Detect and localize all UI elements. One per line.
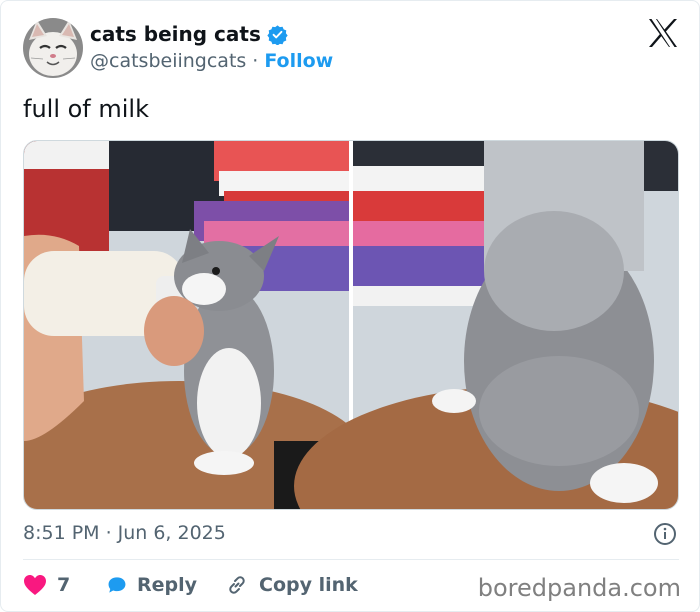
author-handle-row: @catsbeiingcats · Follow xyxy=(90,48,333,74)
handle-separator: · xyxy=(252,50,259,72)
verified-badge-icon xyxy=(267,24,288,46)
divider xyxy=(23,559,679,560)
follow-button[interactable]: Follow xyxy=(264,48,333,74)
like-count: 7 xyxy=(57,574,71,596)
tweet-date: Jun 6, 2025 xyxy=(117,522,226,544)
tweet-text: full of milk xyxy=(23,95,149,123)
tweet-media[interactable] xyxy=(23,140,679,510)
heart-icon xyxy=(24,575,46,595)
info-icon[interactable] xyxy=(653,522,677,546)
reply-button[interactable]: Reply xyxy=(107,573,197,597)
tweet-time: 8:51 PM xyxy=(23,522,100,544)
timestamp-separator: · xyxy=(105,522,112,544)
watermark: boredpanda.com xyxy=(477,574,681,602)
reply-label: Reply xyxy=(136,574,197,596)
avatar[interactable] xyxy=(23,18,83,78)
copy-link-button[interactable]: Copy link xyxy=(225,573,358,597)
link-icon xyxy=(229,576,245,594)
author-handle[interactable]: @catsbeiingcats xyxy=(90,48,246,74)
x-logo-icon[interactable] xyxy=(647,18,679,48)
tweet-actions: 7 Reply Copy link xyxy=(23,570,358,600)
author-display-name[interactable]: cats being cats xyxy=(90,21,261,47)
reply-bubble-icon xyxy=(108,577,126,593)
copy-link-label: Copy link xyxy=(259,574,358,596)
tweet-timestamp[interactable]: 8:51 PM · Jun 6, 2025 xyxy=(23,520,226,546)
author-name-row: cats being cats xyxy=(90,21,288,47)
like-button[interactable]: 7 xyxy=(23,574,85,596)
tweet-card: cats being cats @catsbeiingcats · Follow… xyxy=(0,0,700,612)
